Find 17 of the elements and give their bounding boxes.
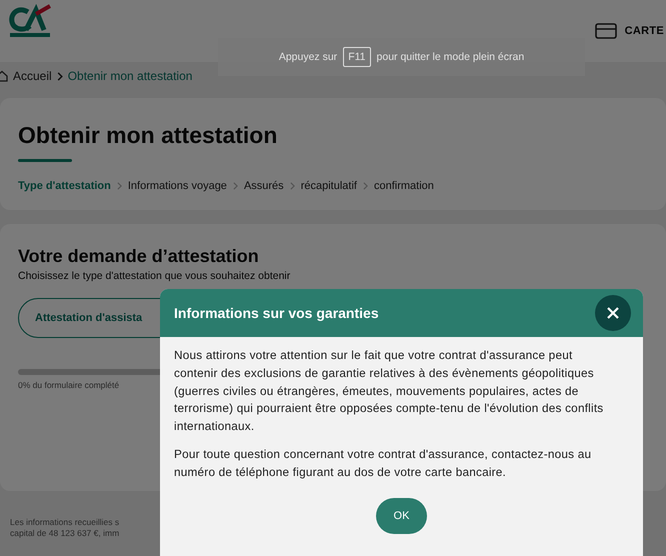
legal-text: capital de 48 123 637 €, imm — [10, 528, 120, 539]
step-label: récapitulatif — [300, 180, 357, 192]
notice-text: Appuyez sur — [278, 51, 338, 63]
page-title: Obtenir mon attestation — [18, 121, 278, 150]
step-label: Type d'attestation — [18, 180, 111, 192]
step-label: confirmation — [374, 180, 434, 192]
legal-text: Les informations recueillies s — [10, 517, 120, 528]
progress-text: 0% du formulaire complété — [18, 380, 120, 390]
section-title: Votre demande d’attestation — [18, 245, 260, 268]
notice-text: pour quitter le mode plein écran — [376, 51, 524, 63]
dialog-text: Nous attirons votre attention sur le fait que votre contrat d'assurance peut contenir des exclusions de garantie relatives à des évènements géopolitiques (guerres civiles ou étrangères, émeutes, mouvements populaires, actes de terrorisme) qui pourraient être opposées compte-tenu de l'évolution des conflits internationaux. — [174, 347, 604, 436]
step-label: Assurés — [244, 180, 284, 192]
key-label: F11 — [343, 47, 371, 67]
dialog-title: Informations sur vos garanties — [174, 305, 379, 321]
section-subtitle: Choisissez le type d'attestation que vous souhaitez obtenir — [18, 270, 292, 282]
dialog-text: Pour toute question concernant votre contrat d'assurance, contactez-nous au numéro de téléphone figurant au dos de votre carte bancaire. — [174, 446, 592, 481]
step-label: Informations voyage — [128, 180, 227, 192]
